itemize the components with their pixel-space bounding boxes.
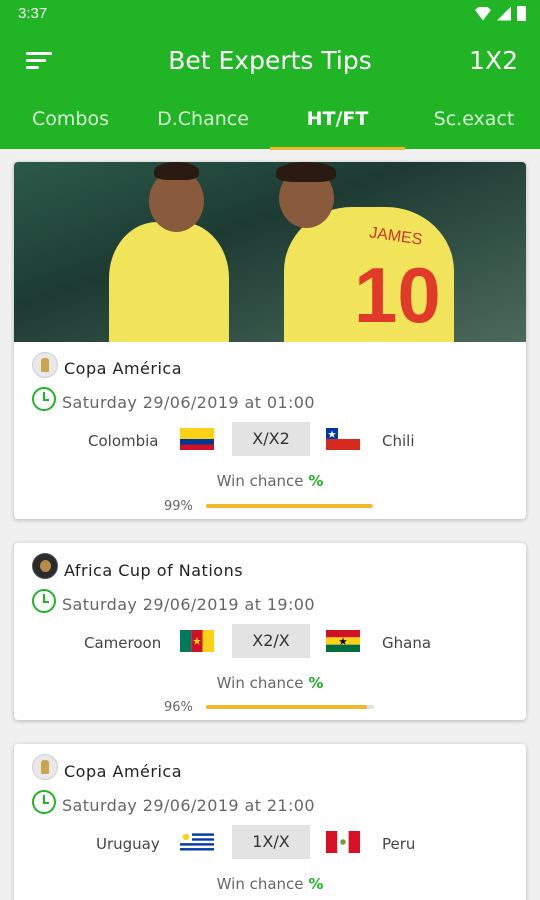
win-chance-progress-fill xyxy=(206,504,373,508)
match-datetime: Saturday 29/06/2019 at 19:00 xyxy=(62,595,315,614)
colombia-flag-icon xyxy=(180,428,214,450)
clock-icon xyxy=(32,387,56,411)
win-chance-label: Win chance xyxy=(216,472,304,490)
match-datetime: Saturday 29/06/2019 at 21:00 xyxy=(62,796,315,815)
pick-badge: X2/X xyxy=(232,624,310,658)
tab-combos[interactable]: Combos xyxy=(32,108,109,130)
ghana-flag-icon xyxy=(326,630,360,652)
match-card[interactable]: Africa Cup of Nations Saturday 29/06/201… xyxy=(14,543,526,720)
cameroon-flag-icon xyxy=(180,630,214,652)
pick-badge: 1X/X xyxy=(232,825,310,859)
tab-double-chance[interactable]: D.Chance xyxy=(155,108,251,130)
away-team: Chili xyxy=(382,432,415,450)
league-name: Africa Cup of Nations xyxy=(64,561,244,580)
tab-ht-ft[interactable]: HT/FT xyxy=(290,108,385,130)
tab-score-exact[interactable]: Sc.exact xyxy=(430,108,518,130)
clock-icon xyxy=(32,589,56,613)
away-team: Peru xyxy=(382,835,416,853)
win-chance-progress-fill xyxy=(206,705,368,709)
win-chance-value: 99% xyxy=(164,499,193,514)
win-chance-label: Win chance xyxy=(216,875,304,893)
chile-flag-icon xyxy=(326,428,360,450)
uruguay-flag-icon xyxy=(180,831,214,853)
match-card[interactable]: JAMES 10 Copa América Saturday 29/06/201… xyxy=(14,162,526,519)
win-chance: Win chance % xyxy=(14,674,526,692)
signal-icon xyxy=(497,6,511,21)
home-team: Uruguay xyxy=(96,835,160,853)
match-card[interactable]: Copa América Saturday 29/06/2019 at 21:0… xyxy=(14,744,526,900)
app-bar: Bet Experts Tips 1X2 xyxy=(0,28,540,96)
away-team: Ghana xyxy=(382,634,432,652)
match-photo: JAMES 10 xyxy=(14,162,526,342)
copa-america-icon xyxy=(32,754,58,780)
league-name: Copa América xyxy=(64,762,183,781)
pick-badge: X/X2 xyxy=(232,422,310,456)
status-icons xyxy=(475,6,526,21)
home-team: Colombia xyxy=(88,432,159,450)
home-team: Cameroon xyxy=(84,634,162,652)
win-chance-percent-symbol: % xyxy=(308,472,324,490)
peru-flag-icon xyxy=(326,831,360,853)
wifi-icon xyxy=(475,6,491,21)
africa-cup-icon xyxy=(32,553,58,579)
1x2-button[interactable]: 1X2 xyxy=(469,46,518,75)
battery-icon xyxy=(517,6,526,21)
win-chance: Win chance % xyxy=(14,875,526,893)
jersey-number: 10 xyxy=(354,251,441,339)
app-title: Bet Experts Tips xyxy=(168,46,372,75)
win-chance-progress xyxy=(206,705,374,709)
win-chance: Win chance % xyxy=(14,472,526,490)
clock-icon xyxy=(32,790,56,814)
win-chance-percent-symbol: % xyxy=(308,875,324,893)
status-time: 3:37 xyxy=(18,5,48,22)
copa-america-icon xyxy=(32,352,58,378)
status-bar: 3:37 xyxy=(0,0,540,28)
win-chance-progress xyxy=(206,504,374,508)
active-tab-indicator xyxy=(270,147,405,150)
tab-bar: Combos D.Chance HT/FT Sc.exact xyxy=(0,96,540,149)
league-name: Copa América xyxy=(64,359,183,378)
win-chance-label: Win chance xyxy=(216,674,304,692)
win-chance-percent-symbol: % xyxy=(308,674,324,692)
match-datetime: Saturday 29/06/2019 at 01:00 xyxy=(62,393,315,412)
win-chance-value: 96% xyxy=(164,700,193,715)
